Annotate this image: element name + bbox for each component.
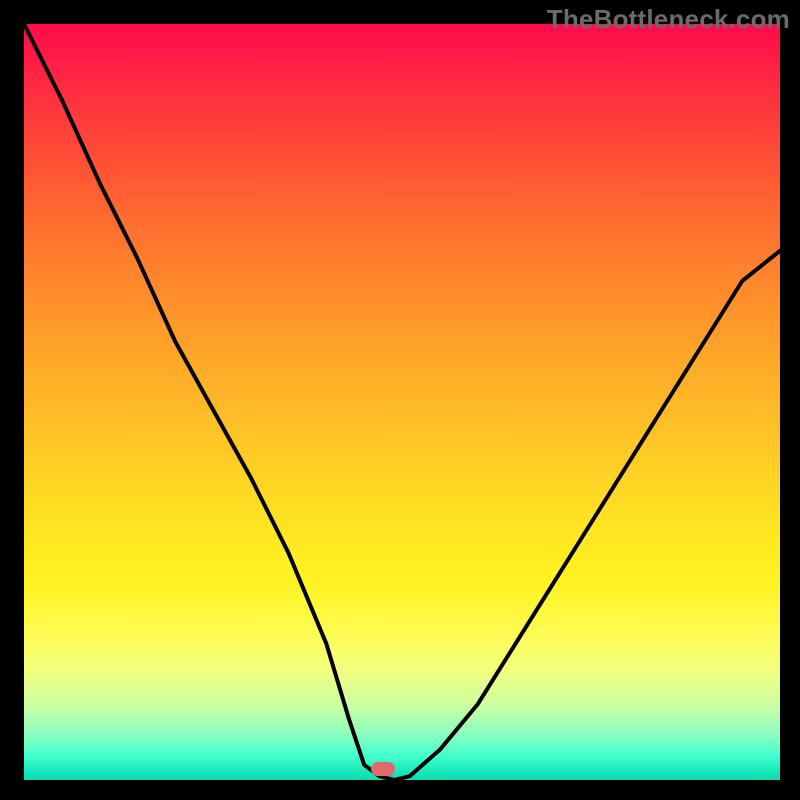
plot-area bbox=[24, 24, 780, 780]
curve-path bbox=[24, 24, 780, 780]
minimum-marker bbox=[371, 762, 395, 776]
bottleneck-curve bbox=[24, 24, 780, 780]
watermark-text: TheBottleneck.com bbox=[547, 4, 790, 35]
chart-frame: TheBottleneck.com bbox=[0, 0, 800, 800]
